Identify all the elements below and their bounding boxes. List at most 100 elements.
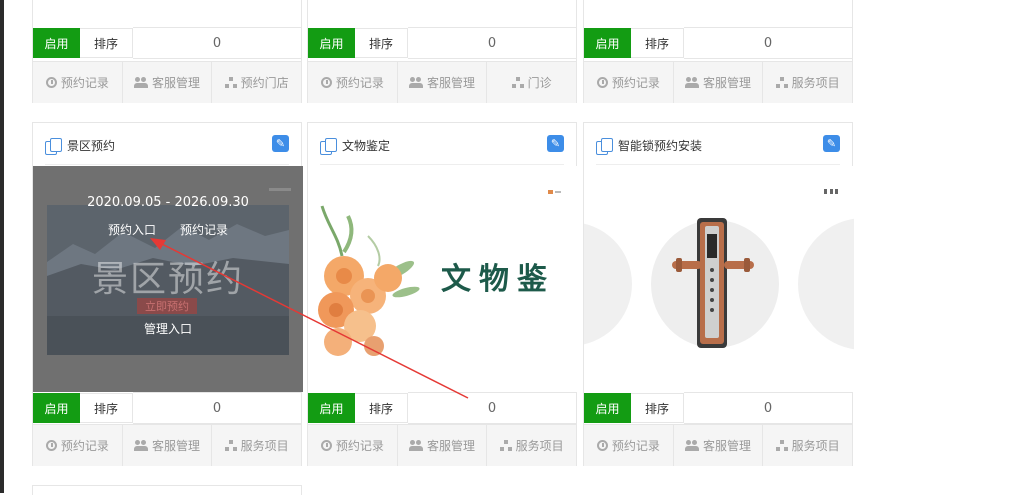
book-now-button[interactable]: 立即预约	[137, 298, 197, 314]
card-top-2: 启用 排序 0 预约记录 客服管理 门诊	[307, 0, 577, 103]
users-icon	[685, 440, 699, 451]
history-icon	[320, 440, 332, 451]
edit-button[interactable]: ✎	[272, 135, 289, 152]
control-row: 启用 排序 0	[308, 392, 576, 424]
sort-input[interactable]: 0	[133, 27, 301, 59]
copy-icon	[45, 137, 62, 155]
pencil-icon: ✎	[550, 137, 561, 150]
enable-button[interactable]: 启用	[584, 393, 631, 423]
card-title: 智能锁预约安装	[618, 139, 703, 153]
smart-lock-preview	[584, 166, 854, 392]
users-icon	[685, 77, 699, 88]
relic-preview: 文物鉴	[308, 166, 578, 392]
sitemap-icon	[511, 77, 524, 88]
sitemap-icon	[224, 77, 237, 88]
sort-button[interactable]: 排序	[355, 393, 408, 423]
card-header: 文物鉴定 ✎	[320, 135, 564, 165]
card-top-3: 启用 排序 0 预约记录 客服管理 服务项目	[583, 0, 853, 103]
service-items-button[interactable]: 服务项目	[487, 425, 576, 466]
control-row: 启用 排序 0	[308, 27, 576, 59]
card-footer: 预约记录 客服管理 服务项目	[33, 424, 301, 466]
admin-entry-link[interactable]: 管理入口	[33, 320, 303, 337]
sitemap-icon	[775, 77, 788, 88]
customer-service-button[interactable]: 客服管理	[674, 62, 764, 103]
users-icon	[409, 77, 423, 88]
copy-icon	[596, 137, 613, 155]
sort-input[interactable]: 0	[408, 392, 576, 424]
service-items-button[interactable]: 服务项目	[763, 62, 852, 103]
users-icon	[134, 440, 148, 451]
card-scenic-appointment: 景区预约 ✎ 2020.09.05 - 2026.09.30 预约入口 预约记录…	[32, 122, 303, 466]
clinic-button[interactable]: 门诊	[487, 62, 576, 103]
history-icon	[45, 77, 57, 88]
sort-button[interactable]: 排序	[80, 28, 133, 58]
sitemap-icon	[775, 440, 788, 451]
scenic-preview: 2020.09.05 - 2026.09.30 预约入口 预约记录 景区预约 立…	[33, 166, 303, 392]
appointment-records-button[interactable]: 预约记录	[308, 62, 398, 103]
card-footer: 预约记录 客服管理 预约门店	[33, 61, 301, 103]
card-footer: 预约记录 客服管理 门诊	[308, 61, 576, 103]
sort-button[interactable]: 排序	[80, 393, 133, 423]
customer-service-button[interactable]: 客服管理	[674, 425, 764, 466]
customer-service-button[interactable]: 客服管理	[398, 62, 488, 103]
control-row: 启用 排序 0	[33, 27, 301, 59]
card-bottom-partial	[32, 485, 302, 495]
customer-service-button[interactable]: 客服管理	[123, 425, 213, 466]
window-edge	[0, 0, 4, 493]
banner-text: 文物鉴	[441, 262, 555, 297]
sort-button[interactable]: 排序	[631, 28, 684, 58]
date-range: 2020.09.05 - 2026.09.30	[87, 195, 249, 210]
control-row: 启用 排序 0	[33, 392, 301, 424]
sitemap-icon	[224, 440, 237, 451]
service-items-button[interactable]: 服务项目	[763, 425, 852, 466]
smart-lock-graphic	[584, 189, 854, 350]
card-smart-lock-install: 智能锁预约安装 ✎ 启用 排序 0 预约记录 客服管理 服务项目	[583, 122, 854, 466]
card-footer: 预约记录 客服管理 服务项目	[584, 61, 852, 103]
card-relic-appraisal: 文物鉴定 ✎ 文物鉴 启用 排序 0 预约记录 客服管理 服务项目	[307, 122, 578, 466]
sort-input[interactable]: 0	[408, 27, 576, 59]
card-header: 智能锁预约安装 ✎	[596, 135, 840, 165]
card-footer: 预约记录 客服管理 服务项目	[584, 424, 852, 466]
enable-button[interactable]: 启用	[308, 393, 355, 423]
customer-service-button[interactable]: 客服管理	[123, 62, 213, 103]
customer-service-button[interactable]: 客服管理	[398, 425, 488, 466]
banner-text: 景区预约	[91, 259, 244, 300]
copy-icon	[320, 137, 337, 155]
appointment-records-button[interactable]: 预约记录	[584, 62, 674, 103]
appointment-entry-link[interactable]: 预约入口	[108, 221, 156, 238]
edit-button[interactable]: ✎	[823, 135, 840, 152]
card-top-1: 启用 排序 0 预约记录 客服管理 预约门店	[32, 0, 302, 103]
card-footer: 预约记录 客服管理 服务项目	[308, 424, 576, 466]
history-icon	[596, 440, 608, 451]
service-items-button[interactable]: 服务项目	[212, 425, 301, 466]
appointment-records-button[interactable]: 预约记录	[33, 425, 123, 466]
sort-input[interactable]: 0	[684, 27, 852, 59]
sort-input[interactable]: 0	[133, 392, 301, 424]
sort-button[interactable]: 排序	[355, 28, 408, 58]
card-title: 景区预约	[67, 139, 116, 153]
sort-button[interactable]: 排序	[631, 393, 684, 423]
enable-button[interactable]: 启用	[33, 28, 80, 58]
appointment-records-button[interactable]: 预约记录	[33, 62, 123, 103]
sort-input[interactable]: 0	[684, 392, 852, 424]
users-icon	[409, 440, 423, 451]
card-title: 文物鉴定	[342, 139, 391, 153]
enable-button[interactable]: 启用	[308, 28, 355, 58]
history-icon	[320, 77, 332, 88]
history-icon	[596, 77, 608, 88]
pencil-icon: ✎	[275, 137, 286, 150]
appointment-records-button[interactable]: 预约记录	[584, 425, 674, 466]
appointment-records-link[interactable]: 预约记录	[180, 221, 228, 238]
sitemap-icon	[499, 440, 512, 451]
appointment-records-button[interactable]: 预约记录	[308, 425, 398, 466]
enable-button[interactable]: 启用	[584, 28, 631, 58]
enable-button[interactable]: 启用	[33, 393, 80, 423]
appointment-stores-button[interactable]: 预约门店	[212, 62, 301, 103]
control-row: 启用 排序 0	[584, 392, 852, 424]
users-icon	[134, 77, 148, 88]
card-header: 景区预约 ✎	[45, 135, 289, 165]
edit-button[interactable]: ✎	[547, 135, 564, 152]
history-icon	[45, 440, 57, 451]
control-row: 启用 排序 0	[584, 27, 852, 59]
pencil-icon: ✎	[826, 137, 837, 150]
